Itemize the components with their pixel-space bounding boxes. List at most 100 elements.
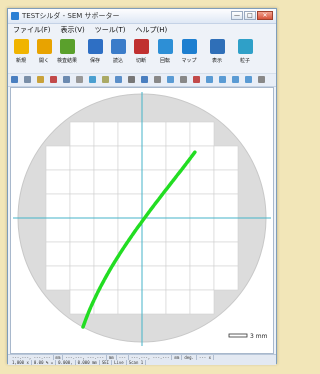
toolbar-button-0[interactable]: 新規: [10, 37, 32, 71]
toolbar-button-9[interactable]: 粒子: [234, 37, 256, 71]
toolbar-button-1[interactable]: 開く: [33, 37, 55, 71]
die-cell: [117, 169, 143, 195]
die-cell: [69, 193, 95, 219]
small-tool-icon[interactable]: [115, 76, 122, 83]
menu-file[interactable]: ファイル(F): [8, 25, 56, 35]
die-cell: [117, 145, 143, 171]
toolbar-button-label: 開く: [38, 58, 49, 64]
die-cell: [69, 265, 95, 291]
particle-icon: [237, 39, 253, 54]
toolbar-button-7[interactable]: マップ: [178, 37, 200, 71]
toolbar-button-label: 検査結果: [56, 58, 77, 64]
menu-help[interactable]: ヘルプ(H): [131, 25, 173, 35]
small-tool-icon[interactable]: [232, 76, 239, 83]
main-toolbar: 新規 開く 検査結果 保存 読込 切断 回転 マップ 表示 粒子: [8, 37, 276, 73]
status-cell: Scan 1: [126, 360, 147, 365]
minimize-button[interactable]: —: [231, 11, 243, 20]
die-cell: [141, 241, 167, 267]
die-cell: [141, 289, 167, 315]
toolbar-button-5[interactable]: 切断: [130, 37, 152, 71]
die-cell: [69, 217, 95, 243]
wafer-map[interactable]: 3 mm: [11, 88, 273, 353]
menu-tools[interactable]: ツール(T): [90, 25, 131, 35]
scale-bar: [228, 333, 248, 338]
small-tool-icon[interactable]: [141, 76, 148, 83]
die-cell: [141, 145, 167, 171]
toolbar-button-label: 切断: [135, 58, 146, 64]
close-button[interactable]: ✕: [257, 11, 273, 20]
app-window: TESTシルダ - SEM サポーター — □ ✕ ファイル(F) 表示(V) …: [7, 8, 277, 365]
die-cell: [189, 193, 215, 219]
small-tool-icon[interactable]: [128, 76, 135, 83]
inspection-result-icon: [59, 39, 75, 54]
die-cell: [117, 193, 143, 219]
small-tool-icon[interactable]: [102, 76, 109, 83]
toolbar-button-label: 粒子: [239, 58, 250, 64]
map-icon: [181, 39, 197, 54]
die-cell: [45, 265, 71, 291]
status-bar: ---.---, ---.--- mm ---.---, ---.--- mm --- -…: [8, 354, 276, 365]
small-tool-icon[interactable]: [24, 76, 31, 83]
toolbar-button-label: 新規: [15, 58, 26, 64]
die-cell: [189, 121, 215, 147]
toolbar-button-6[interactable]: 回転: [154, 37, 176, 71]
die-cell: [45, 169, 71, 195]
die-cell: [69, 121, 95, 147]
small-tool-icon[interactable]: [50, 76, 57, 83]
status-cell: 0.000 mm: [75, 360, 100, 365]
die-cell: [213, 265, 239, 291]
menu-view[interactable]: 表示(V): [56, 25, 90, 35]
die-cell: [189, 217, 215, 243]
open-folder-icon: [36, 39, 52, 54]
new-file-icon: [13, 39, 29, 54]
small-tool-icon[interactable]: [63, 76, 70, 83]
die-cell: [165, 289, 191, 315]
status-cell: 0.000,: [56, 360, 76, 365]
die-cell: [45, 217, 71, 243]
die-cell: [189, 289, 215, 315]
die-cell: [93, 169, 119, 195]
wafer-map-canvas[interactable]: 3 mm: [10, 87, 274, 354]
status-cell: SEI: [99, 360, 113, 365]
die-cell: [93, 217, 119, 243]
small-tool-icon[interactable]: [167, 76, 174, 83]
toolbar-button-3[interactable]: 保存: [84, 37, 106, 71]
die-cell: [93, 121, 119, 147]
small-tool-icon[interactable]: [206, 76, 213, 83]
save-icon: [87, 39, 103, 54]
toolbar-button-2[interactable]: 検査結果: [56, 37, 78, 71]
small-tool-icon[interactable]: [245, 76, 252, 83]
die-cell: [165, 193, 191, 219]
toolbar-button-label: 表示: [211, 58, 222, 64]
app-icon: [11, 12, 19, 20]
die-cell: [141, 121, 167, 147]
small-tool-icon[interactable]: [76, 76, 83, 83]
toolbar-button-8[interactable]: 表示: [206, 37, 228, 71]
die-cell: [69, 145, 95, 171]
die-cell: [165, 265, 191, 291]
die-cell: [117, 289, 143, 315]
maximize-button[interactable]: □: [244, 11, 256, 20]
toolbar-button-label: 回転: [159, 58, 170, 64]
menu-bar: ファイル(F) 表示(V) ツール(T) ヘルプ(H): [8, 24, 276, 36]
small-tool-icon[interactable]: [219, 76, 226, 83]
die-cell: [165, 241, 191, 267]
small-tool-icon[interactable]: [89, 76, 96, 83]
status-cell: 1,000 x: [10, 360, 32, 365]
die-cell: [213, 217, 239, 243]
small-tool-icon[interactable]: [154, 76, 161, 83]
window-controls: — □ ✕: [231, 11, 273, 20]
die-cell: [189, 265, 215, 291]
small-tool-icon[interactable]: [193, 76, 200, 83]
window-title: TESTシルダ - SEM サポーター: [22, 12, 120, 20]
small-tool-icon[interactable]: [11, 76, 18, 83]
toolbar-button-4[interactable]: 読込: [107, 37, 129, 71]
small-tool-icon[interactable]: [37, 76, 44, 83]
load-icon: [110, 39, 126, 54]
small-tool-icon[interactable]: [180, 76, 187, 83]
small-tool-icon[interactable]: [258, 76, 265, 83]
die-cell: [165, 145, 191, 171]
status-cell: 0.00 % =: [31, 360, 57, 365]
die-cell: [141, 265, 167, 291]
die-cell: [69, 169, 95, 195]
